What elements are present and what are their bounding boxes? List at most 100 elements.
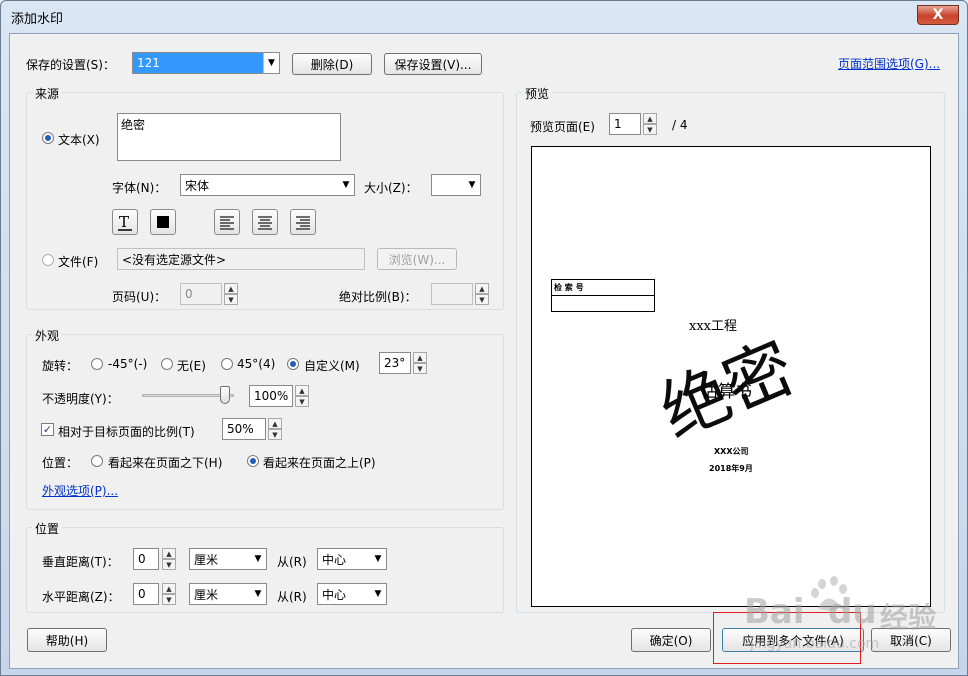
horizontal-distance-input[interactable]: 0 xyxy=(133,583,159,605)
align-left-button[interactable] xyxy=(214,209,240,235)
file-radio-label: 文件(F) xyxy=(58,255,99,269)
file-radio[interactable] xyxy=(42,254,54,266)
spin-up-icon[interactable]: ▲ xyxy=(643,113,657,124)
vertical-from-value: 中心 xyxy=(322,552,347,567)
rotate-none-radio[interactable] xyxy=(161,358,173,370)
chevron-down-icon[interactable]: ▼ xyxy=(370,549,386,569)
absolute-scale-spinner[interactable]: ▲ ▼ xyxy=(475,283,489,305)
chevron-down-icon[interactable]: ▼ xyxy=(338,175,354,195)
chevron-down-icon[interactable]: ▼ xyxy=(464,175,480,195)
spin-down-icon[interactable]: ▼ xyxy=(295,396,309,407)
ok-button[interactable]: 确定(O) xyxy=(631,628,711,652)
page-range-options-link[interactable]: 页面范围选项(G)... xyxy=(838,55,940,72)
font-value: 宋体 xyxy=(185,178,210,193)
horizontal-distance-label: 水平距离(Z)： xyxy=(42,590,120,604)
size-select[interactable]: ▼ xyxy=(431,174,481,196)
spin-down-icon[interactable]: ▼ xyxy=(643,124,657,135)
opacity-value-input[interactable]: 100% xyxy=(249,385,293,407)
vertical-distance-input[interactable]: 0 xyxy=(133,548,159,570)
browse-button[interactable]: 浏览(W)... xyxy=(377,248,457,270)
align-center-button[interactable] xyxy=(252,209,278,235)
preview-page-input[interactable]: 1 xyxy=(609,113,641,135)
source-file-input[interactable]: <没有选定源文件> xyxy=(117,248,365,270)
rotate-custom-radio[interactable] xyxy=(287,358,299,370)
underline-text-button[interactable]: T xyxy=(112,209,138,235)
chevron-down-icon[interactable]: ▼ xyxy=(263,53,279,73)
below-page-label: 看起来在页面之下(H) xyxy=(108,456,223,470)
appearance-options-link[interactable]: 外观选项(P)... xyxy=(42,482,118,499)
rotate-45-label: 45°(4) xyxy=(237,357,276,371)
page-number-spinner[interactable]: ▲ ▼ xyxy=(224,283,238,305)
spin-down-icon[interactable]: ▼ xyxy=(162,559,176,570)
spin-down-icon[interactable]: ▼ xyxy=(268,429,282,440)
page-number-label: 页码(U)： xyxy=(112,290,167,304)
chevron-down-icon[interactable]: ▼ xyxy=(250,549,266,569)
spin-down-icon[interactable]: ▼ xyxy=(224,294,238,305)
spin-up-icon[interactable]: ▲ xyxy=(162,548,176,559)
doc-index-table: 检 索 号 xyxy=(551,279,655,312)
absolute-scale-label: 绝对比例(B)： xyxy=(339,290,417,304)
align-right-button[interactable] xyxy=(290,209,316,235)
align-center-icon xyxy=(258,216,272,230)
spin-up-icon[interactable]: ▲ xyxy=(295,385,309,396)
spin-down-icon[interactable]: ▼ xyxy=(413,363,427,374)
spin-up-icon[interactable]: ▲ xyxy=(475,283,489,294)
dialog-body: 保存的设置(S)： 121 ▼ 删除(D) 保存设置(V)... 页面范围选项(… xyxy=(9,33,959,669)
saved-settings-select[interactable]: 121 ▼ xyxy=(132,52,280,74)
text-color-button[interactable] xyxy=(150,209,176,235)
size-label: 大小(Z)： xyxy=(364,181,418,195)
close-icon[interactable]: X xyxy=(917,5,959,25)
vertical-from-label: 从(R) xyxy=(277,555,307,569)
page-number-input[interactable]: 0 xyxy=(180,283,222,305)
position-group-title: 位置 xyxy=(32,520,63,537)
text-radio[interactable] xyxy=(42,132,54,144)
horizontal-unit-value: 厘米 xyxy=(194,587,219,602)
relative-scale-spinner[interactable]: ▲ ▼ xyxy=(268,418,282,440)
relative-scale-checkbox[interactable]: ✓ xyxy=(41,423,54,436)
vertical-from-select[interactable]: 中心 ▼ xyxy=(317,548,387,570)
spin-up-icon[interactable]: ▲ xyxy=(268,418,282,429)
watermark-text-input[interactable]: 绝密 xyxy=(117,113,341,161)
horizontal-from-select[interactable]: 中心 ▼ xyxy=(317,583,387,605)
absolute-scale-input[interactable] xyxy=(431,283,473,305)
help-button[interactable]: 帮助(H) xyxy=(27,628,107,652)
rotate-custom-label: 自定义(M) xyxy=(304,359,360,373)
cancel-button[interactable]: 取消(C) xyxy=(871,628,951,652)
horizontal-from-label: 从(R) xyxy=(277,590,307,604)
horizontal-unit-select[interactable]: 厘米 ▼ xyxy=(189,583,267,605)
color-swatch-icon xyxy=(157,216,169,228)
rotate-value-input[interactable]: 23° xyxy=(379,352,411,374)
spin-up-icon[interactable]: ▲ xyxy=(413,352,427,363)
delete-button[interactable]: 删除(D) xyxy=(292,53,372,75)
source-group-title: 来源 xyxy=(32,85,63,102)
spin-up-icon[interactable]: ▲ xyxy=(224,283,238,294)
horizontal-distance-spinner[interactable]: ▲ ▼ xyxy=(162,583,176,605)
preview-group-title: 预览 xyxy=(522,85,553,102)
rotate-spinner[interactable]: ▲ ▼ xyxy=(413,352,427,374)
chevron-down-icon[interactable]: ▼ xyxy=(370,584,386,604)
rotate-minus45-radio[interactable] xyxy=(91,358,103,370)
relative-scale-label: 相对于目标页面的比例(T) xyxy=(58,425,195,439)
text-radio-label: 文本(X) xyxy=(58,133,100,147)
opacity-slider-thumb[interactable] xyxy=(220,386,230,404)
horizontal-from-value: 中心 xyxy=(322,587,347,602)
opacity-spinner[interactable]: ▲ ▼ xyxy=(295,385,309,407)
rotate-label: 旋转： xyxy=(42,359,79,373)
spin-down-icon[interactable]: ▼ xyxy=(162,594,176,605)
rotate-45-radio[interactable] xyxy=(221,358,233,370)
chevron-down-icon[interactable]: ▼ xyxy=(250,584,266,604)
save-settings-button[interactable]: 保存设置(V)... xyxy=(384,53,482,75)
below-page-radio[interactable] xyxy=(91,455,103,467)
saved-settings-value: 121 xyxy=(137,56,160,70)
above-page-label: 看起来在页面之上(P) xyxy=(263,456,376,470)
doc-date: 2018年9月 xyxy=(709,464,753,473)
font-select[interactable]: 宋体 ▼ xyxy=(180,174,355,196)
spin-down-icon[interactable]: ▼ xyxy=(475,294,489,305)
above-page-radio[interactable] xyxy=(247,455,259,467)
vertical-distance-spinner[interactable]: ▲ ▼ xyxy=(162,548,176,570)
add-watermark-dialog: 添加水印 X 保存的设置(S)： 121 ▼ 删除(D) 保存设置(V)... … xyxy=(0,0,968,676)
relative-scale-input[interactable]: 50% xyxy=(222,418,266,440)
spin-up-icon[interactable]: ▲ xyxy=(162,583,176,594)
vertical-unit-select[interactable]: 厘米 ▼ xyxy=(189,548,267,570)
preview-page-spinner[interactable]: ▲ ▼ xyxy=(643,113,657,135)
